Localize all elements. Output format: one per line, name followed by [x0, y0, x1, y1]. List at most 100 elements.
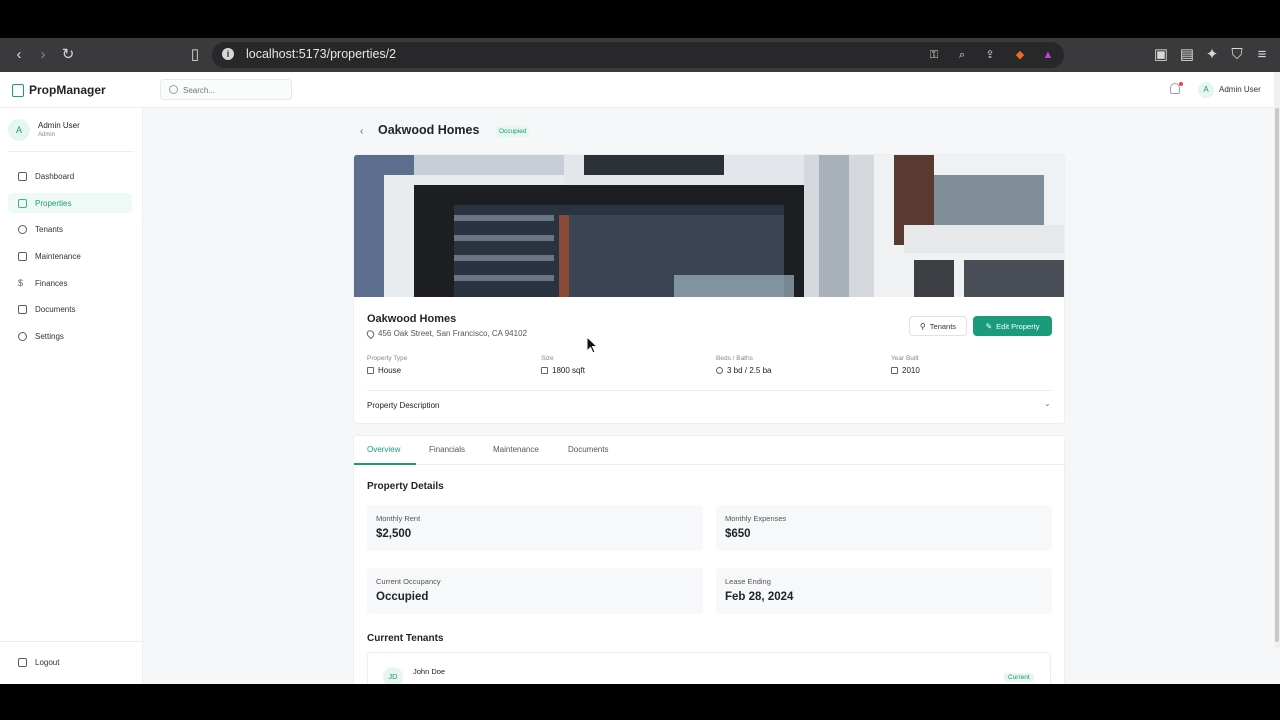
description-toggle[interactable]: Property Description [367, 401, 439, 410]
avatar: A [8, 119, 30, 141]
section-title: Property Details [367, 481, 444, 492]
ai-icon[interactable]: ✦ [1204, 47, 1220, 63]
brand-logo[interactable]: PropManager [12, 83, 106, 97]
stat-value-text: House [378, 366, 402, 375]
stat-size: Size 1800 sqft [541, 355, 585, 375]
main-content: ‹ Oakwood Homes Occupied Oakwood Homes 4… [143, 108, 1280, 684]
stat-value-text: 2010 [902, 366, 920, 375]
logout-button[interactable]: Logout [8, 652, 132, 672]
bookmark-icon[interactable]: ▯ [187, 47, 203, 63]
sidebar-divider [0, 641, 143, 642]
home-icon [367, 367, 374, 374]
stat-year-built: Year Built 2010 [891, 355, 920, 375]
site-info-icon[interactable]: i [222, 48, 234, 60]
detail-label: Monthly Expenses [725, 514, 787, 523]
stat-value-text: 1800 sqft [552, 366, 585, 375]
users-icon [18, 224, 27, 234]
wrench-icon [18, 251, 27, 261]
vpn-icon[interactable]: ⛉ [1229, 47, 1245, 63]
forward-icon[interactable]: › [35, 47, 51, 63]
divider [367, 390, 1053, 391]
sidebar-item-label: Settings [35, 331, 64, 341]
tab-overview[interactable]: Overview [367, 445, 400, 454]
tenants-button[interactable]: ⚲ Tenants [909, 316, 967, 336]
search-icon [169, 85, 178, 94]
brave-shield-icon[interactable]: ◆ [1012, 47, 1028, 63]
stat-beds-baths: Beds / Baths 3 bd / 2.5 ba [716, 355, 771, 375]
avatar[interactable]: A [1198, 82, 1214, 98]
video-frame-top [0, 0, 1280, 38]
property-address: 456 Oak Street, San Francisco, CA 94102 [365, 328, 527, 339]
reload-icon[interactable]: ↻ [60, 47, 76, 63]
video-frame-bottom [0, 684, 1280, 720]
list-item[interactable]: JD John Doe Current [367, 652, 1051, 684]
page-title: Oakwood Homes [378, 123, 480, 137]
status-badge: Occupied [496, 126, 530, 137]
stat-value: 3 bd / 2.5 ba [716, 366, 771, 375]
scrollbar-thumb[interactable] [1275, 108, 1279, 642]
status-badge: Current [1004, 673, 1034, 682]
calendar-icon [891, 367, 898, 374]
building-icon [12, 83, 24, 97]
tab-bar: Overview Financials Maintenance Document… [354, 436, 1066, 465]
detail-label: Lease Ending [725, 577, 771, 586]
tabs-panel: Overview Financials Maintenance Document… [353, 435, 1066, 684]
share-icon[interactable]: ⇪ [982, 47, 998, 63]
address-bar[interactable]: i localhost:5173/properties/2 ⚿ ⌕ ⇪ ◆ ▲ [212, 42, 1064, 68]
property-name: Oakwood Homes [367, 313, 457, 325]
detail-label: Current Occupancy [376, 577, 441, 586]
edit-icon: ✎ [985, 321, 993, 331]
edit-property-button[interactable]: ✎ Edit Property [973, 316, 1052, 336]
mouse-cursor [586, 336, 598, 354]
key-icon[interactable]: ⚿ [926, 47, 942, 63]
rewards-icon[interactable]: ▲ [1040, 47, 1056, 63]
zoom-icon[interactable]: ⌕ [954, 47, 970, 63]
sidebar-item-finances[interactable]: $ Finances [8, 273, 132, 293]
tab-maintenance[interactable]: Maintenance [493, 445, 539, 454]
building-icon [541, 367, 548, 374]
sidebar-user-name: Admin User [38, 121, 80, 130]
detail-value: $650 [725, 528, 751, 540]
brand-name: PropManager [29, 83, 106, 97]
detail-value: Feb 28, 2024 [725, 591, 794, 603]
detail-monthly-expenses: Monthly Expenses $650 [716, 505, 1052, 551]
stat-label: Year Built [891, 355, 919, 362]
search-input[interactable] [183, 83, 283, 97]
sidebar-item-label: Tenants [35, 224, 64, 234]
stat-value: 2010 [891, 366, 920, 375]
stat-value: 1800 sqft [541, 366, 585, 375]
sidebar-item-label: Dashboard [35, 171, 75, 181]
tab-documents[interactable]: Documents [568, 445, 608, 454]
tenants-button-label: Tenants [929, 321, 957, 331]
detail-value: Occupied [376, 591, 429, 603]
edit-button-label: Edit Property [996, 321, 1040, 331]
sidebar-item-label: Documents [35, 304, 76, 314]
top-navbar: PropManager A Admin User [0, 72, 1280, 108]
detail-label: Monthly Rent [376, 514, 421, 523]
map-pin-icon [365, 328, 376, 339]
tab-financials[interactable]: Financials [429, 445, 465, 454]
menu-icon[interactable]: ≡ [1254, 47, 1270, 63]
detail-lease-ending: Lease Ending Feb 28, 2024 [716, 568, 1052, 614]
sidebar-item-maintenance[interactable]: Maintenance [8, 246, 132, 266]
sidebar-item-tenants[interactable]: Tenants [8, 219, 132, 239]
user-menu-name[interactable]: Admin User [1219, 85, 1261, 94]
logout-label: Logout [35, 657, 60, 667]
sidebar-user-role: Admin [38, 132, 56, 138]
wallet-icon[interactable]: ▤ [1179, 47, 1195, 63]
url-text[interactable]: localhost:5173/properties/2 [246, 47, 396, 61]
sidebar-toggle-icon[interactable]: ▣ [1153, 47, 1169, 63]
sidebar-item-documents[interactable]: Documents [8, 299, 132, 319]
detail-current-occupancy: Current Occupancy Occupied [367, 568, 703, 614]
back-icon[interactable]: ‹ [11, 47, 27, 63]
house-photo-illustration [354, 155, 1064, 297]
stat-label: Size [541, 355, 554, 362]
sidebar-item-dashboard[interactable]: Dashboard [8, 166, 132, 186]
search-box[interactable] [160, 79, 292, 100]
sidebar-item-properties[interactable]: Properties [8, 193, 132, 213]
sidebar-item-label: Properties [35, 198, 72, 208]
chevron-down-icon[interactable]: ⌄ [1044, 399, 1051, 408]
sidebar-item-settings[interactable]: Settings [8, 326, 132, 346]
user-icon [716, 367, 723, 374]
back-chevron-icon[interactable]: ‹ [360, 126, 363, 137]
